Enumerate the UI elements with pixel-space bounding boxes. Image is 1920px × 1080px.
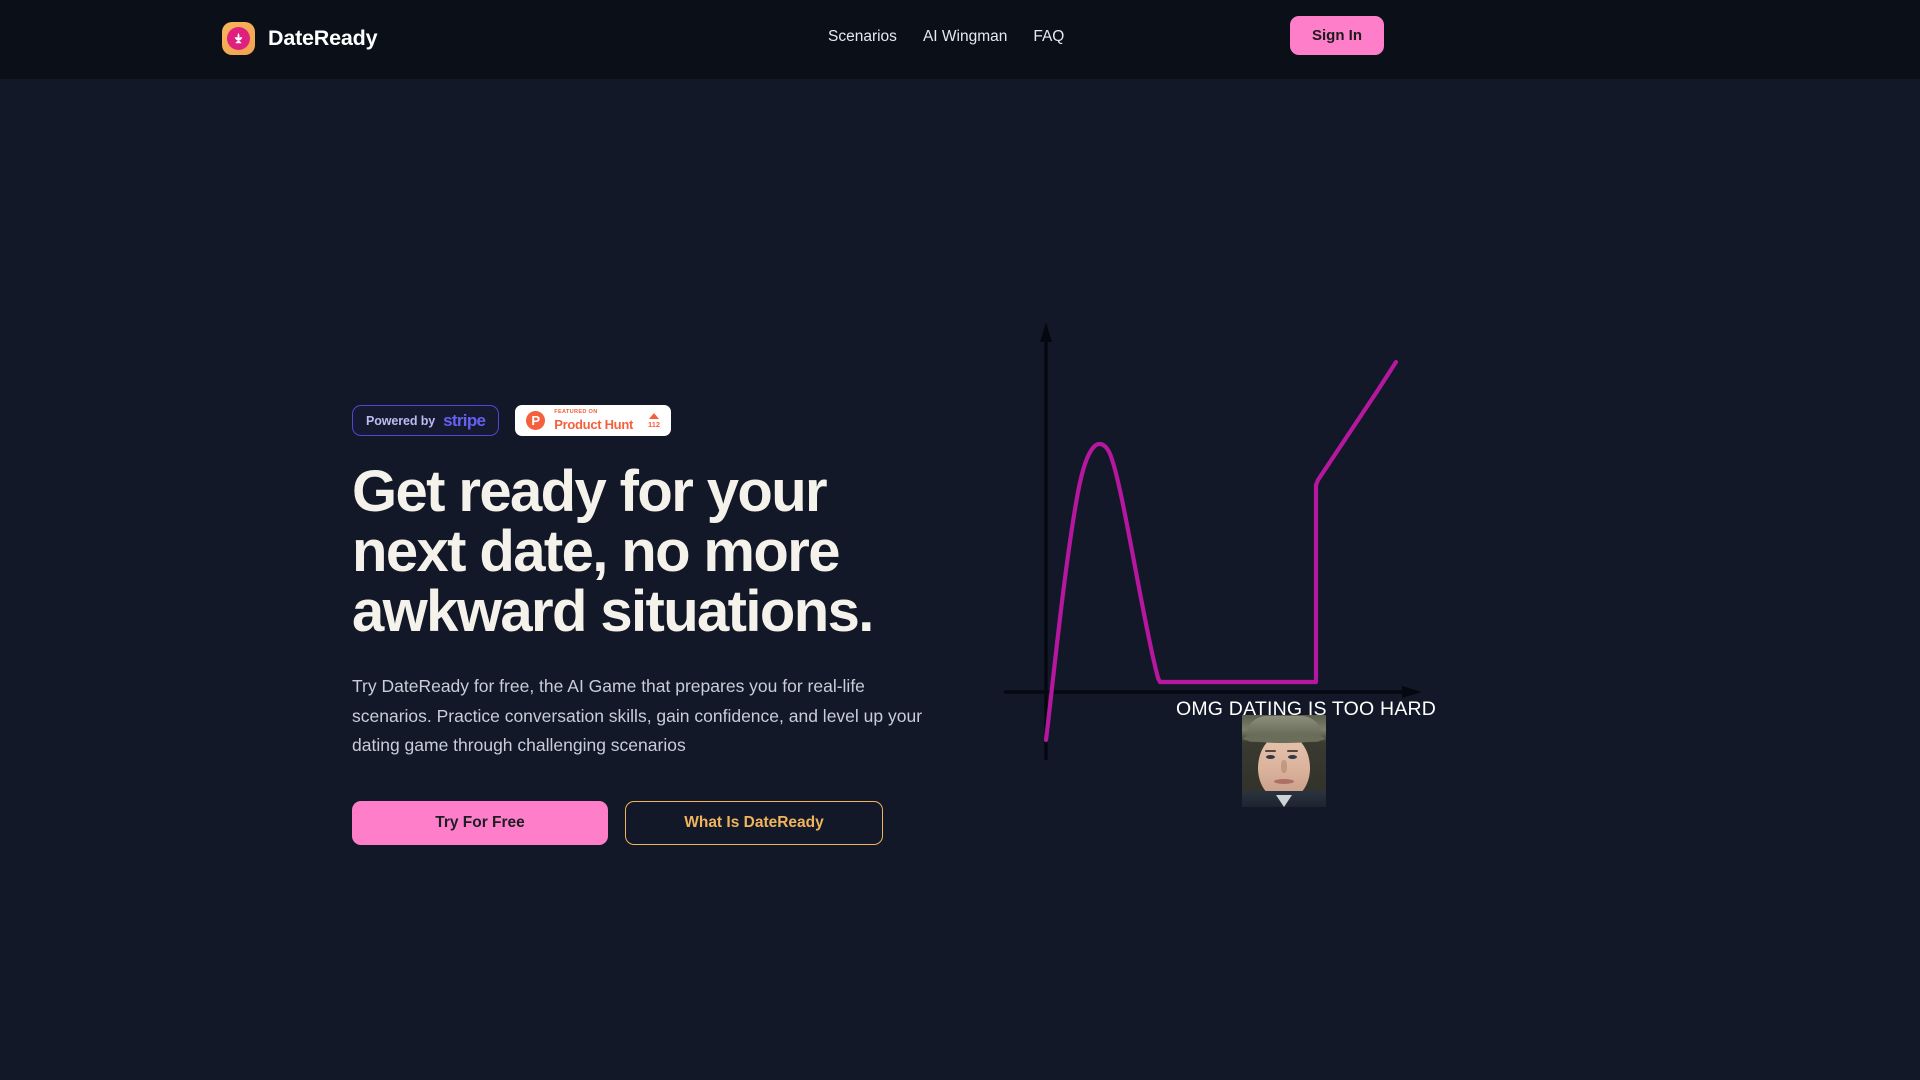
- meme-caption: OMG DATING IS TOO HARD: [1176, 698, 1437, 720]
- nav-link-scenarios[interactable]: Scenarios: [828, 28, 897, 46]
- nav-link-faq[interactable]: FAQ: [1033, 28, 1064, 46]
- what-is-datready-button[interactable]: What Is DateReady: [625, 800, 883, 845]
- chart-axes: [1004, 322, 1422, 760]
- man-in-flat-cap-photo: [1242, 715, 1326, 807]
- hero-content: Powered by stripe P FEATURED ON Product …: [352, 405, 972, 845]
- page-title: Get ready for your next date, no more aw…: [352, 459, 874, 644]
- product-hunt-upvote-count: 112: [648, 419, 661, 429]
- product-hunt-logo-icon: P: [526, 411, 546, 430]
- brand-logo[interactable]: DateReady: [222, 22, 378, 55]
- flame-leaf-icon: [222, 22, 255, 55]
- hero-subheadline: Try DateReady for free, the AI Game that…: [352, 676, 923, 755]
- try-for-free-button[interactable]: Try For Free: [352, 800, 608, 845]
- stripe-wordmark: stripe: [443, 410, 486, 430]
- product-hunt-upvotes[interactable]: 112: [648, 412, 661, 429]
- primary-nav: Scenarios AI Wingman FAQ: [828, 28, 1064, 46]
- product-hunt-badge[interactable]: P FEATURED ON Product Hunt 112: [515, 405, 672, 436]
- chart-line-series: [1043, 359, 1399, 743]
- product-hunt-text: FEATURED ON Product Hunt: [554, 410, 633, 431]
- logo-disc: [227, 27, 250, 50]
- site-header: DateReady Scenarios AI Wingman FAQ Sign …: [0, 0, 1920, 79]
- brand-name: DateReady: [268, 26, 378, 50]
- sign-in-button[interactable]: Sign In: [1290, 16, 1384, 55]
- nav-link-ai-wingman[interactable]: AI Wingman: [923, 28, 1007, 46]
- meme-chart: OMG DATING IS TOO HARD: [960, 300, 1560, 880]
- stripe-badge-prefix: Powered by: [366, 413, 436, 428]
- landing-page: DateReady Scenarios AI Wingman FAQ Sign …: [0, 0, 1920, 1080]
- product-hunt-eyebrow: FEATURED ON: [554, 409, 598, 416]
- hero-cta-row: Try For Free What Is DateReady: [352, 800, 972, 845]
- hero-badges: Powered by stripe P FEATURED ON Product …: [352, 405, 972, 436]
- powered-by-stripe-badge[interactable]: Powered by stripe: [352, 405, 500, 436]
- product-hunt-name: Product Hunt: [554, 416, 633, 432]
- caret-up-icon: [649, 412, 660, 419]
